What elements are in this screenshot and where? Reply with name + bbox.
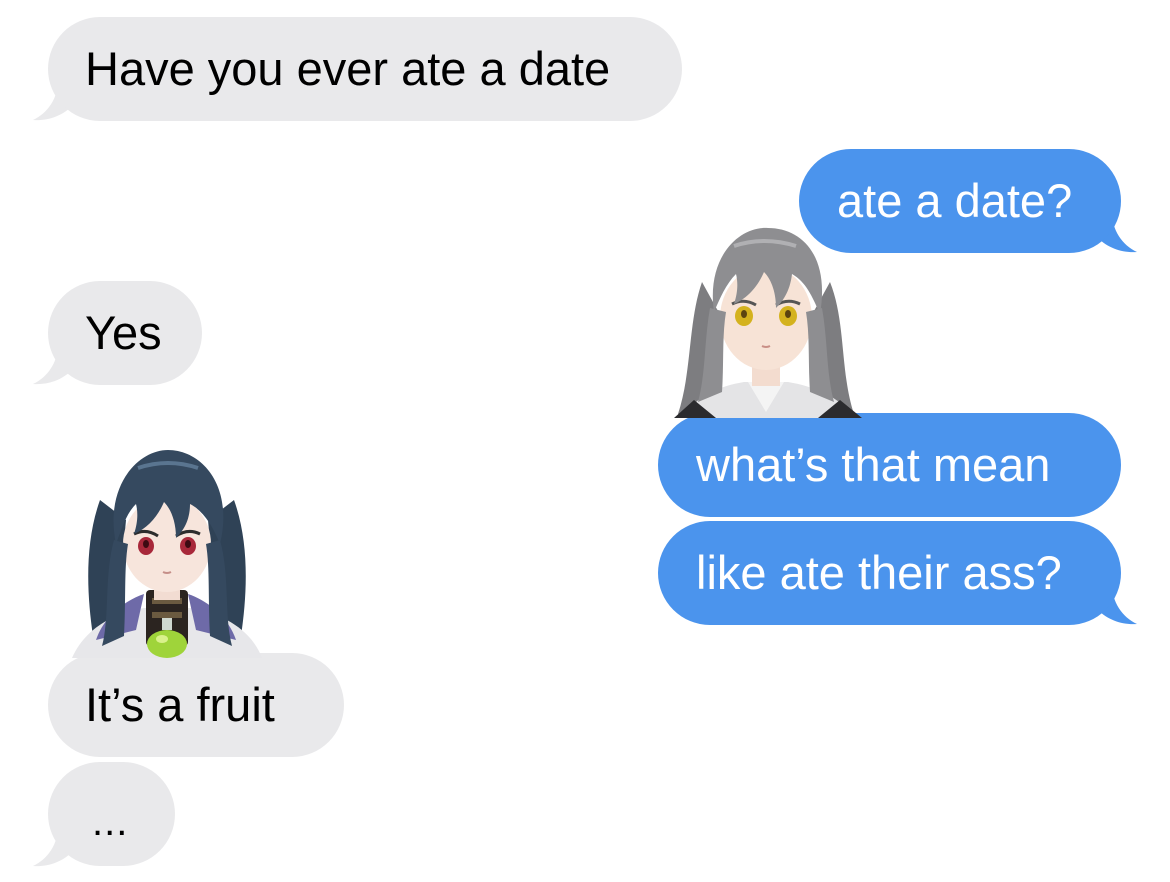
message-text: like ate their ass? bbox=[696, 546, 1062, 599]
incoming-message-bubble[interactable]: Have you ever ate a date bbox=[48, 17, 682, 121]
message-text: ate a date? bbox=[837, 174, 1073, 227]
anime-boy-sticker[interactable] bbox=[66, 440, 266, 658]
message-text: what’s that mean bbox=[696, 438, 1051, 491]
message-text: Have you ever ate a date bbox=[85, 42, 611, 95]
typing-indicator: ... bbox=[92, 800, 129, 844]
message-text: It’s a fruit bbox=[85, 678, 275, 731]
typing-indicator-bubble: ... bbox=[48, 762, 175, 866]
incoming-message-bubble[interactable]: It’s a fruit bbox=[48, 653, 344, 757]
outgoing-message-bubble[interactable]: like ate their ass? bbox=[658, 521, 1121, 625]
message-text: Yes bbox=[85, 306, 162, 359]
outgoing-message-bubble[interactable]: what’s that mean bbox=[658, 413, 1121, 517]
anime-girl-sticker[interactable] bbox=[664, 212, 868, 418]
incoming-message-bubble[interactable]: Yes bbox=[48, 281, 202, 385]
